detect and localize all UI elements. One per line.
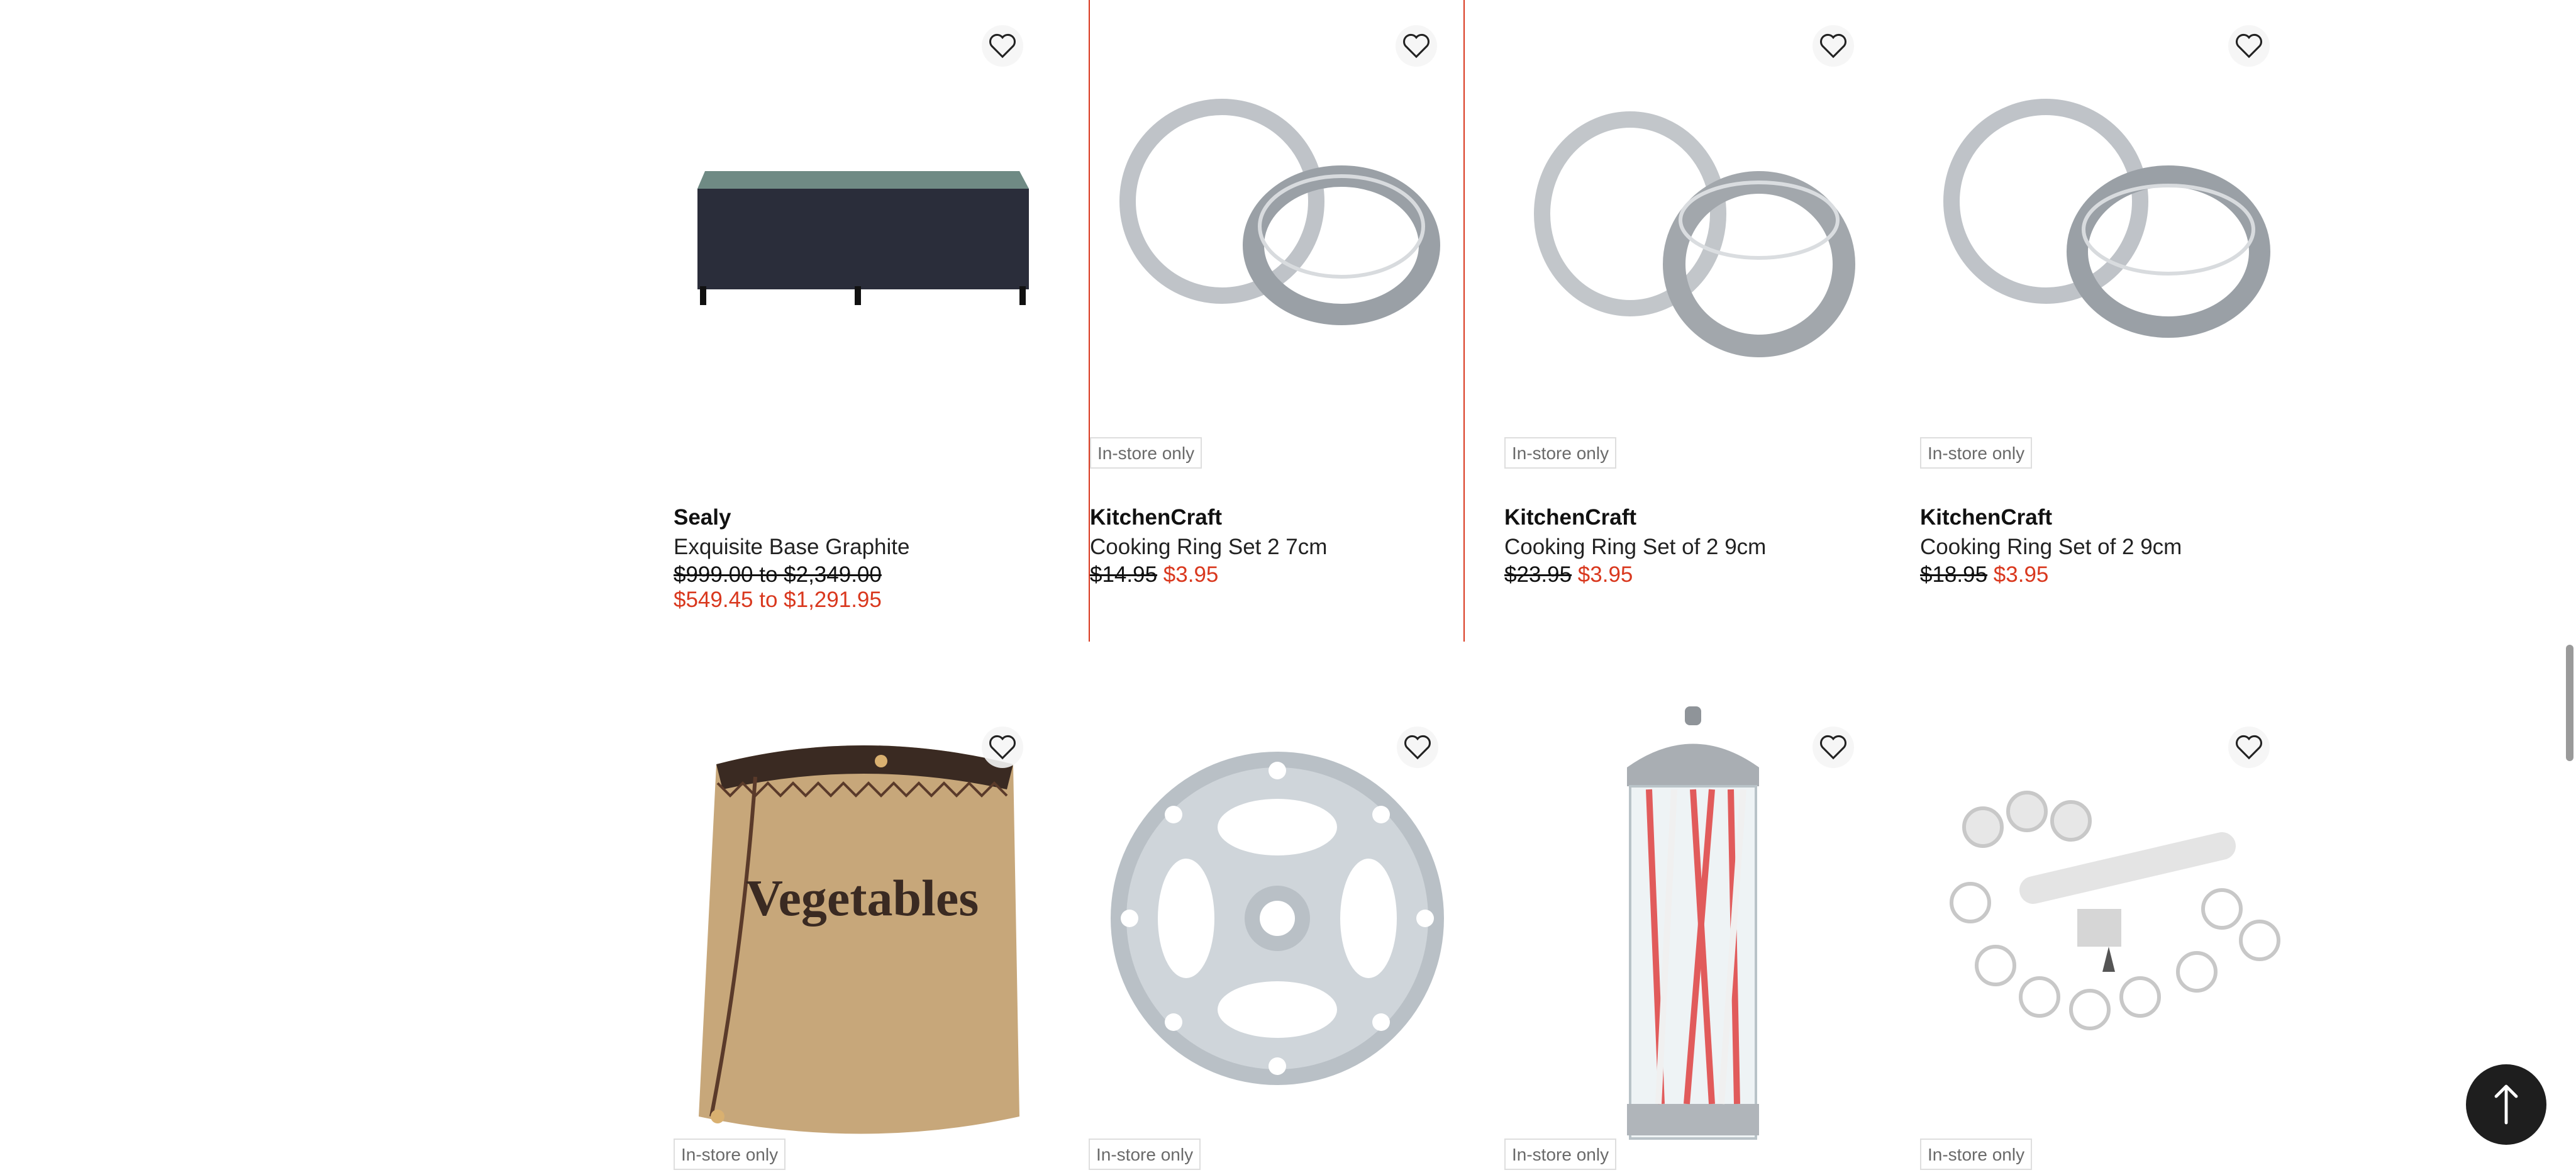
was-price: $14.95 <box>1090 562 1158 587</box>
product-name[interactable]: Cooking Ring Set of 2 9cm <box>1504 532 1882 562</box>
was-price: $23.95 <box>1504 562 1572 587</box>
product-image[interactable] <box>1920 0 2297 453</box>
product-image[interactable] <box>1504 0 1882 453</box>
product-card-cooking-ring-9cm-alt[interactable]: In-store only KitchenCraft Cooking Ring … <box>1920 0 2297 642</box>
product-card-straw-dispenser[interactable]: In-store only <box>1504 701 1882 1175</box>
back-to-top-button[interactable] <box>2466 1064 2546 1145</box>
product-image[interactable] <box>1504 701 1882 1154</box>
product-card-vegetable-bag[interactable]: Vegetables In-store only <box>674 701 1051 1175</box>
product-name[interactable]: Cooking Ring Set 2 7cm <box>1090 532 1467 562</box>
in-store-badge: In-store only <box>1504 1139 1617 1170</box>
product-card-icing-set[interactable]: In-store only <box>1920 701 2297 1175</box>
wishlist-heart-icon[interactable] <box>982 727 1023 768</box>
product-brand[interactable]: KitchenCraft <box>1504 503 1882 532</box>
product-grid: Sealy Exquisite Base Graphite $999.00 to… <box>674 0 2346 1175</box>
product-brand[interactable]: KitchenCraft <box>1920 503 2297 532</box>
sale-price: $549.45 to $1,291.95 <box>674 588 882 612</box>
sale-price: $3.95 <box>1163 562 1219 587</box>
wishlist-heart-icon[interactable] <box>2228 25 2270 67</box>
in-store-badge: In-store only <box>674 1139 786 1170</box>
wishlist-heart-icon[interactable] <box>1813 25 1854 67</box>
page-scrollbar[interactable] <box>2566 645 2573 761</box>
bag-print-text: Vegetables <box>746 869 979 927</box>
product-image[interactable] <box>1920 701 2297 1154</box>
in-store-badge: In-store only <box>1504 437 1617 469</box>
product-brand[interactable]: KitchenCraft <box>1090 503 1467 532</box>
product-brand[interactable]: Sealy <box>674 503 1051 532</box>
in-store-badge: In-store only <box>1089 1139 1201 1170</box>
in-store-badge: In-store only <box>1920 1139 2033 1170</box>
product-image[interactable] <box>1090 0 1467 453</box>
product-name[interactable]: Exquisite Base Graphite <box>674 532 1051 562</box>
product-image[interactable]: Vegetables <box>674 701 1051 1154</box>
product-image[interactable] <box>1089 701 1466 1154</box>
product-card-cooking-ring-9cm[interactable]: In-store only KitchenCraft Cooking Ring … <box>1504 0 1882 642</box>
wishlist-heart-icon[interactable] <box>2228 727 2270 768</box>
wishlist-heart-icon[interactable] <box>1396 25 1437 67</box>
product-info: KitchenCraft Cooking Ring Set 2 7cm $14.… <box>1090 503 1467 588</box>
was-price: $999.00 to $2,349.00 <box>674 562 882 587</box>
sale-price: $3.95 <box>1993 562 2049 587</box>
product-image[interactable] <box>674 0 1051 453</box>
product-info: KitchenCraft Cooking Ring Set of 2 9cm $… <box>1504 503 1882 588</box>
in-store-badge: In-store only <box>1920 437 2033 469</box>
product-card-heat-diffuser[interactable]: In-store only <box>1089 701 1466 1175</box>
sale-price: $3.95 <box>1577 562 1633 587</box>
product-info: Sealy Exquisite Base Graphite $999.00 to… <box>674 503 1051 613</box>
wishlist-heart-icon[interactable] <box>1813 727 1854 768</box>
product-info: KitchenCraft Cooking Ring Set of 2 9cm $… <box>1920 503 2297 588</box>
wishlist-heart-icon[interactable] <box>1397 727 1438 768</box>
product-card-sealy-base[interactable]: Sealy Exquisite Base Graphite $999.00 to… <box>674 0 1051 642</box>
was-price: $18.95 <box>1920 562 1988 587</box>
in-store-badge: In-store only <box>1090 437 1202 469</box>
wishlist-heart-icon[interactable] <box>982 25 1023 67</box>
product-card-cooking-ring-7cm[interactable]: In-store only KitchenCraft Cooking Ring … <box>1089 0 1465 642</box>
product-name[interactable]: Cooking Ring Set of 2 9cm <box>1920 532 2297 562</box>
arrow-up-icon <box>2494 1084 2518 1125</box>
